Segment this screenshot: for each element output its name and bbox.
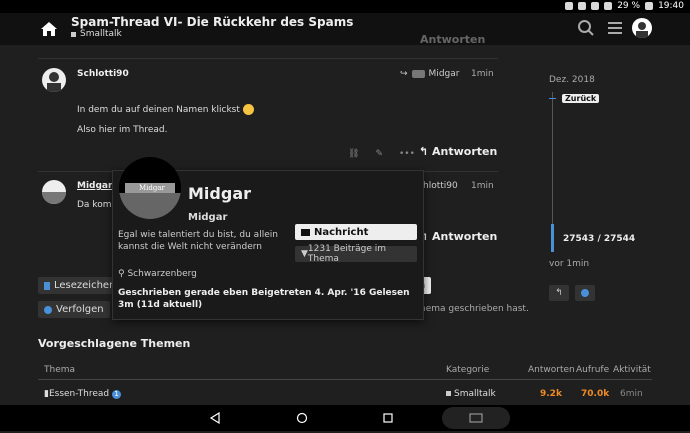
user-card-avatar[interactable]: Midgar [119, 157, 181, 219]
back-icon[interactable] [209, 412, 221, 424]
timeline-handle[interactable] [551, 224, 554, 252]
col-category[interactable]: Kategorie [446, 365, 489, 375]
tracking-dot-icon [581, 289, 589, 297]
smile-emoji-icon [242, 104, 254, 115]
reply-to-name: Midgar [428, 69, 460, 79]
post-username[interactable]: Midgar [77, 181, 112, 191]
topic-header: Spam-Thread VI- Die Rückkehr des Spams S… [0, 13, 690, 45]
post-avatar[interactable] [42, 180, 66, 204]
signal-icon [604, 2, 613, 10]
battery-level: 29 % [617, 1, 641, 11]
reply-to-avatar [411, 70, 425, 78]
category-cell-label: Smalltalk [454, 389, 496, 399]
tracking-dot-icon [44, 305, 52, 314]
follow-button[interactable]: Verfolgen [38, 301, 110, 318]
avatar-city-base [119, 193, 181, 219]
android-nav-bar [0, 405, 690, 431]
table-divider [38, 379, 652, 380]
topic-title[interactable]: Spam-Thread VI- Die Rückkehr des Spams [71, 15, 353, 29]
category-label: Smalltalk [80, 29, 122, 39]
activity-cell: 6min [620, 389, 643, 399]
post-text-2: Also hier im Thread. [77, 125, 168, 135]
reply-to-indicator[interactable]: ↪ Midgar [400, 69, 459, 79]
keyboard-icon [469, 413, 483, 423]
timeline-last-read-marker [549, 98, 556, 99]
reply-button[interactable]: ↰ Antworten [419, 145, 497, 158]
post-username[interactable]: Schlotti90 [77, 69, 129, 79]
bluetooth-icon [565, 2, 574, 10]
reply-button-label: Antworten [432, 145, 498, 158]
link-icon[interactable]: ⛓ [348, 149, 359, 159]
filter-icon: ▼ [301, 249, 308, 259]
notification-note: hema geschrieben hast. [420, 304, 529, 314]
ghost-reply-button: Antworten [420, 33, 486, 46]
reply-arrow-icon: ↰ [419, 145, 433, 158]
home-icon[interactable] [40, 21, 58, 37]
topic-category[interactable]: Smalltalk [71, 29, 122, 39]
status-bar: 29 % 19:40 [0, 0, 690, 13]
timeline-end-date[interactable]: vor 1min [549, 259, 589, 269]
reply-to-indicator[interactable]: hlotti90 [423, 181, 458, 191]
category-square-icon [71, 31, 76, 37]
alarm-icon [578, 2, 587, 10]
filter-posts-button[interactable]: ▼ 1231 Beiträge im Thema [295, 244, 417, 264]
post-text-1: In dem du auf deinen Namen klickst [77, 105, 240, 115]
avatar-caption: Midgar [139, 184, 165, 192]
timeline-notify-button[interactable] [575, 285, 595, 301]
post-time[interactable]: 1min [471, 69, 494, 79]
message-button[interactable]: Nachricht [295, 224, 417, 240]
bookmark-icon [44, 281, 50, 290]
more-icon[interactable]: ••• [399, 149, 415, 159]
message-label: Nachricht [314, 226, 369, 238]
keyboard-switch-button[interactable] [442, 407, 510, 429]
user-card-bio: Egal wie talentiert du bist, du allein k… [118, 230, 278, 252]
filter-posts-label: 1231 Beiträge im Thema [307, 244, 387, 264]
table-row[interactable]: ▮Essen-Thread 1 [44, 389, 122, 399]
timeline-reply-button[interactable]: ↰ [549, 285, 569, 301]
clock: 19:40 [658, 1, 684, 11]
user-card-username: Midgar [188, 212, 228, 223]
post-avatar[interactable] [42, 68, 66, 92]
bookmark-row: Lesezeichen [38, 277, 122, 294]
reply-button[interactable]: ↰ Antworten [419, 230, 497, 243]
user-location-label: Schwarzenberg [127, 269, 197, 279]
home-nav-icon[interactable] [296, 412, 308, 424]
col-activity[interactable]: Aktivität [613, 365, 651, 375]
user-card-name[interactable]: Midgar [188, 184, 251, 203]
battery-icon [645, 2, 654, 10]
topic-title-cell[interactable]: Essen-Thread [49, 389, 109, 399]
bookmark-label: Lesezeichen [54, 280, 116, 291]
reply-button-label: Antworten [432, 230, 498, 243]
timeline-progress: 27543 / 27544 [563, 234, 636, 244]
user-card-meta: Geschrieben gerade eben Beigetreten 4. A… [118, 288, 410, 310]
reply-arrow-icon: ↰ [555, 288, 563, 298]
col-topic[interactable]: Thema [44, 365, 75, 375]
post-text-line: In dem du auf deinen Namen klickst [77, 104, 254, 115]
recent-apps-icon[interactable] [382, 412, 394, 424]
category-square-icon [446, 391, 451, 396]
col-replies[interactable]: Antworten [528, 365, 575, 375]
reply-arrow-icon: ↪ [400, 69, 408, 79]
search-icon[interactable] [577, 19, 595, 37]
user-avatar[interactable] [632, 18, 652, 38]
follow-label: Verfolgen [56, 304, 104, 315]
wifi-icon [591, 2, 600, 10]
edit-icon[interactable]: ✎ [375, 149, 383, 159]
unread-badge: 1 [112, 390, 122, 399]
suggested-topics-title: Vorgeschlagene Themen [38, 337, 191, 350]
category-cell[interactable]: Smalltalk [446, 389, 496, 399]
follow-row: Verfolgen [38, 301, 110, 318]
post: Schlotti90 ↪ Midgar 1min In dem du auf d… [38, 58, 498, 172]
timeline-start-date[interactable]: Dez. 2018 [549, 75, 595, 85]
hamburger-menu-icon[interactable] [606, 19, 624, 37]
bookmark-button[interactable]: Lesezeichen [38, 277, 122, 294]
timeline-back-button[interactable]: Zurück [562, 94, 600, 103]
col-views[interactable]: Aufrufe [576, 365, 609, 375]
envelope-icon [301, 228, 310, 236]
views-cell: 70.0k [581, 389, 610, 399]
replies-cell: 9.2k [540, 389, 562, 399]
post-time[interactable]: 1min [471, 181, 494, 191]
user-location: ⚲ Schwarzenberg [118, 269, 197, 279]
post-actions: ⛓ ✎ ••• [348, 149, 415, 159]
